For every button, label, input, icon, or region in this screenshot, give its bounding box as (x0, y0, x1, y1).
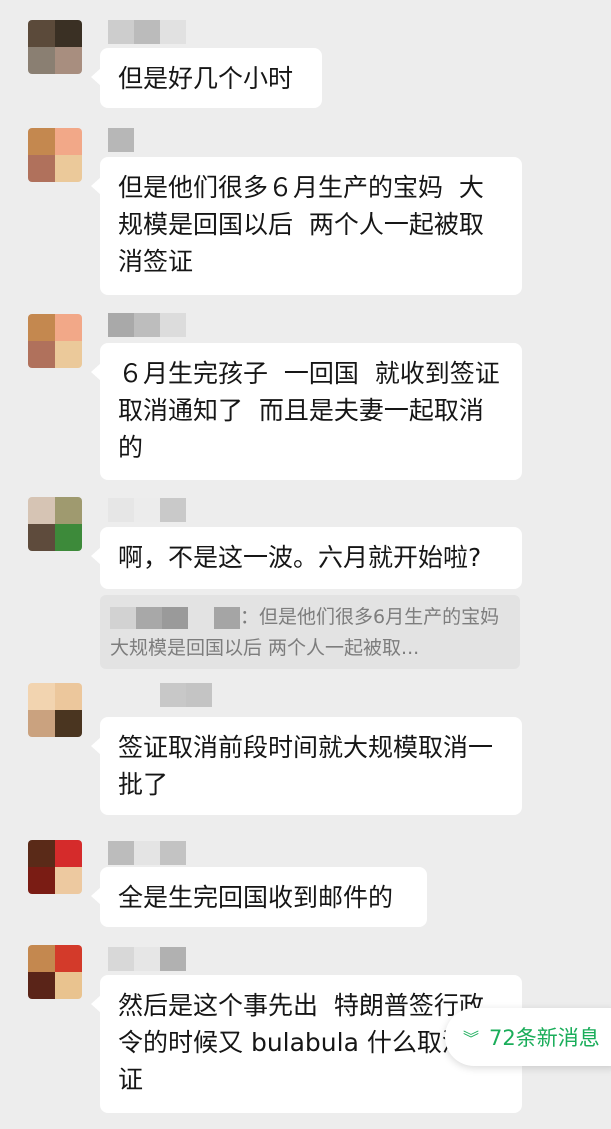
message-bubble[interactable]: 但是好几个小时 (91, 48, 322, 108)
message-bubble[interactable]: 但是他们很多６月生产的宝妈 大规模是回国以后 两个人一起被取消签证 (91, 157, 522, 295)
new-messages-button[interactable]: ︾ 72条新消息 (445, 1008, 611, 1066)
sender-name-blurred (108, 498, 186, 522)
new-messages-label: 72条新消息 (489, 1026, 600, 1050)
avatar[interactable] (28, 128, 82, 182)
sender-name-blurred (108, 841, 186, 865)
avatar[interactable] (28, 497, 82, 551)
message-bubble[interactable]: 签证取消前段时间就大规模取消一批了 (91, 717, 522, 815)
sender-name-blurred (108, 20, 186, 44)
avatar[interactable] (28, 945, 82, 999)
quoted-sender-blurred (110, 603, 240, 633)
avatar[interactable] (28, 314, 82, 368)
message-bubble[interactable]: 全是生完回国收到邮件的 (91, 867, 427, 927)
avatar[interactable] (28, 20, 82, 74)
avatar[interactable] (28, 840, 82, 894)
sender-name-blurred (160, 683, 212, 707)
message-bubble[interactable]: 啊，不是这一波。六月就开始啦? (91, 527, 522, 589)
double-chevron-down-icon: ︾ (463, 1029, 480, 1048)
sender-name-blurred (108, 313, 186, 337)
avatar[interactable] (28, 683, 82, 737)
message-bubble[interactable]: ６月生完孩子 一回国 就收到签证取消通知了 而且是夫妻一起取消的 (91, 343, 522, 480)
quoted-message[interactable]: ：但是他们很多6月生产的宝妈 大规模是回国以后 两个人一起被取... (100, 595, 520, 669)
sender-name-blurred (108, 947, 186, 971)
sender-name-blurred (108, 128, 134, 152)
